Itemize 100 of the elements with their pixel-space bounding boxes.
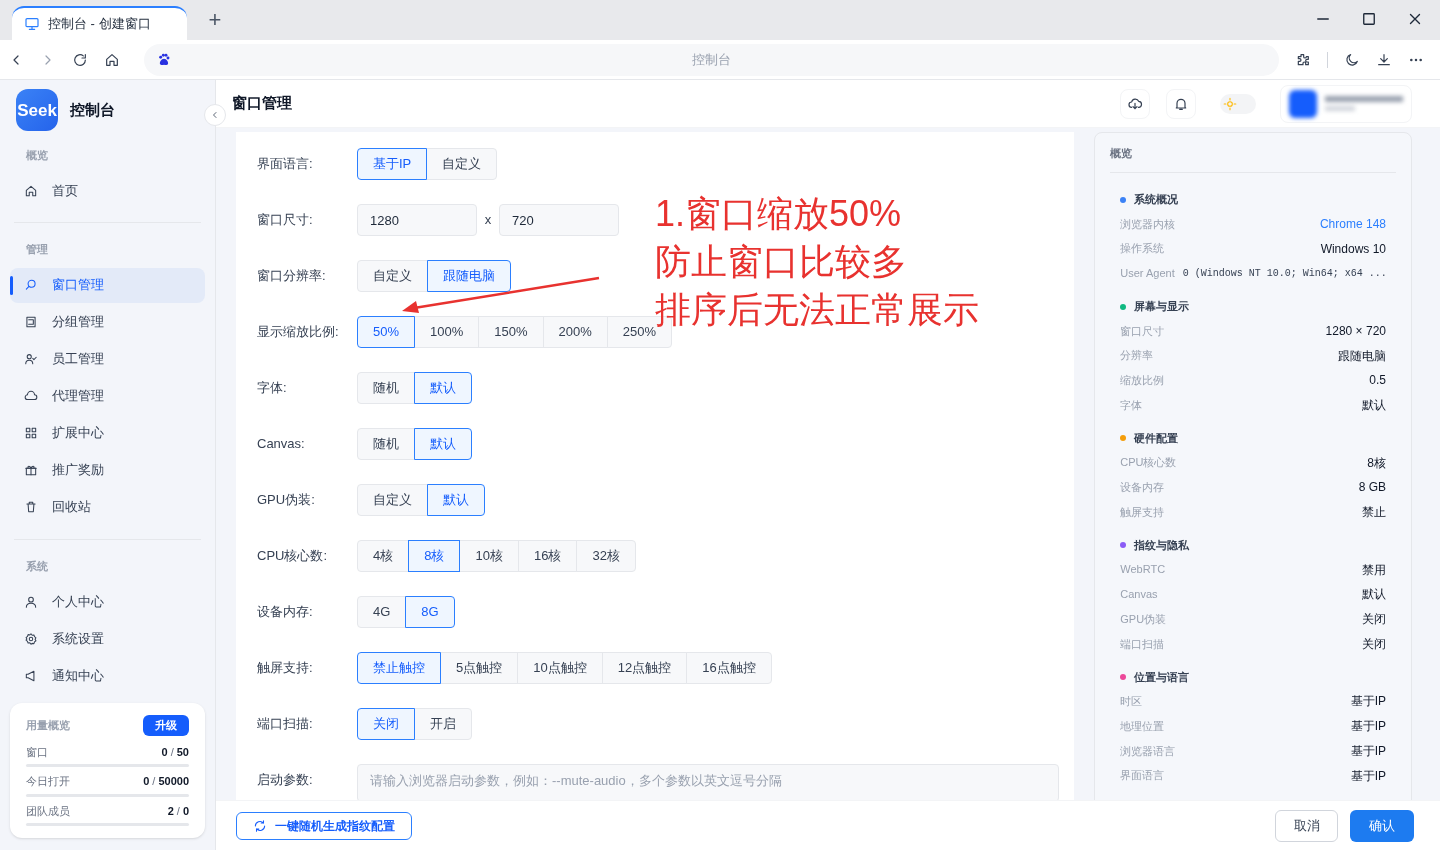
option-button[interactable]: 10点触控: [517, 652, 603, 684]
nav-item[interactable]: 系统设置: [10, 621, 205, 656]
option-button[interactable]: 基于IP: [357, 148, 428, 180]
cloud-download-button[interactable]: [1120, 88, 1150, 119]
browser-tab[interactable]: 控制台 - 创建窗口: [12, 6, 187, 40]
users-icon: [24, 352, 38, 366]
page-title: 窗口管理: [232, 93, 293, 114]
option-button[interactable]: 200%: [542, 316, 608, 348]
option-button[interactable]: 16点触控: [686, 652, 772, 684]
info-label: Canvas: [1120, 587, 1158, 603]
usage-total: 50000: [158, 774, 189, 789]
usage-title: 用量概览: [26, 718, 70, 733]
generate-button[interactable]: 一键随机生成指纹配置: [236, 811, 412, 840]
option-button[interactable]: 跟随电脑: [427, 260, 511, 292]
option-button[interactable]: 默认: [414, 428, 472, 460]
field-label: CPU核心数:: [257, 547, 329, 565]
option-button[interactable]: 12点触控: [601, 652, 688, 684]
field-label: 窗口尺寸:: [257, 211, 314, 229]
nav-item[interactable]: 代理管理: [10, 378, 205, 414]
cloud-download-icon: [1127, 95, 1143, 112]
info-label: 字体: [1120, 397, 1143, 413]
usage-used: 0: [143, 774, 150, 789]
field-label: 端口扫描:: [257, 715, 314, 733]
launch-args-field[interactable]: 请输入浏览器启动参数，例如：--mute-audio，多个参数以英文逗号分隔: [357, 764, 1059, 802]
home-icon[interactable]: [104, 51, 120, 68]
width-input[interactable]: 1280: [357, 204, 477, 236]
field-label: 窗口分辨率:: [257, 267, 327, 285]
info-label: 分辨率: [1120, 348, 1154, 364]
option-button[interactable]: 10核: [459, 540, 519, 572]
option-button[interactable]: 4G: [357, 596, 407, 628]
usage-label: 窗口: [26, 744, 48, 760]
option-button[interactable]: 4核: [357, 540, 410, 572]
info-label: 时区: [1120, 694, 1143, 710]
info-value: 8核: [1367, 454, 1386, 472]
option-button[interactable]: 5点触控: [440, 652, 519, 684]
option-button[interactable]: 禁止触控: [357, 652, 441, 684]
nav-item[interactable]: 推广奖励: [10, 452, 205, 488]
option-button[interactable]: 自定义: [426, 148, 498, 180]
info-value: Chrome 148: [1319, 215, 1386, 233]
option-button[interactable]: 150%: [478, 316, 544, 348]
section-title: 系统概况: [1134, 192, 1179, 208]
download-icon[interactable]: [1376, 51, 1392, 68]
option-button[interactable]: 8G: [405, 596, 455, 628]
nav-item[interactable]: 首页: [10, 173, 205, 208]
option-button[interactable]: 100%: [414, 316, 480, 348]
app-name: 控制台: [70, 100, 115, 120]
panel-title: 概览: [1110, 145, 1396, 173]
info-value: 跟随电脑: [1338, 347, 1386, 365]
option-button[interactable]: 随机: [357, 372, 415, 404]
user-menu[interactable]: [1280, 84, 1412, 123]
monitor-icon: [24, 16, 40, 32]
cancel-button[interactable]: 取消: [1275, 809, 1338, 842]
option-button[interactable]: 开启: [414, 708, 472, 740]
usage-separator: /: [170, 744, 174, 760]
info-value: 默认: [1362, 396, 1386, 414]
height-input[interactable]: 720: [499, 204, 619, 236]
info-label: 界面语言: [1120, 768, 1165, 784]
sun-icon: [1223, 96, 1237, 111]
info-label: 窗口尺寸: [1120, 323, 1165, 339]
nav-item[interactable]: 分组管理: [10, 304, 205, 340]
section-title: 指纹与隐私: [1134, 538, 1190, 554]
info-label: 浏览器语言: [1120, 743, 1176, 759]
option-button[interactable]: 16核: [517, 540, 578, 572]
confirm-button[interactable]: 确认: [1350, 809, 1414, 842]
option-button[interactable]: 随机: [357, 428, 415, 460]
usage-used: 2: [167, 803, 174, 819]
reload-icon[interactable]: [72, 51, 88, 68]
option-button[interactable]: 默认: [414, 372, 472, 404]
info-value: 关闭: [1362, 611, 1386, 629]
maximize-icon[interactable]: [1360, 10, 1378, 28]
nav-item[interactable]: 回收站: [10, 489, 205, 525]
field-label: GPU伪装:: [257, 491, 316, 509]
nav-item[interactable]: 员工管理: [10, 341, 205, 377]
nav-item[interactable]: 通知中心: [10, 658, 205, 693]
option-button[interactable]: 自定义: [357, 260, 428, 292]
puzzle-icon[interactable]: [1295, 51, 1311, 68]
theme-toggle[interactable]: [1220, 93, 1256, 114]
notification-button[interactable]: [1166, 88, 1196, 119]
moon-icon[interactable]: [1344, 51, 1360, 68]
option-button[interactable]: 关闭: [357, 708, 415, 740]
info-value: 8 GB: [1358, 479, 1386, 497]
nav-item[interactable]: 个人中心: [10, 584, 205, 619]
megaphone-icon: [24, 668, 38, 683]
upgrade-button[interactable]: 升级: [143, 715, 189, 736]
home-icon: [24, 183, 38, 198]
nav-item[interactable]: 扩展中心: [10, 415, 205, 451]
info-value: 禁止: [1362, 504, 1386, 522]
info-label: GPU伪装: [1120, 611, 1167, 627]
avatar: [1289, 89, 1317, 118]
new-tab-button[interactable]: +: [199, 4, 231, 36]
nav-item[interactable]: 窗口管理: [10, 267, 205, 303]
option-button[interactable]: 自定义: [357, 484, 428, 516]
section-title: 位置与语言: [1134, 669, 1190, 685]
field-label: 字体:: [257, 379, 288, 397]
usage-separator: /: [176, 803, 180, 819]
option-button[interactable]: 50%: [357, 316, 416, 348]
section-heading: 管理: [25, 242, 49, 257]
option-button[interactable]: 默认: [427, 484, 485, 516]
option-button[interactable]: 32核: [576, 540, 636, 572]
option-button[interactable]: 8核: [408, 540, 461, 572]
